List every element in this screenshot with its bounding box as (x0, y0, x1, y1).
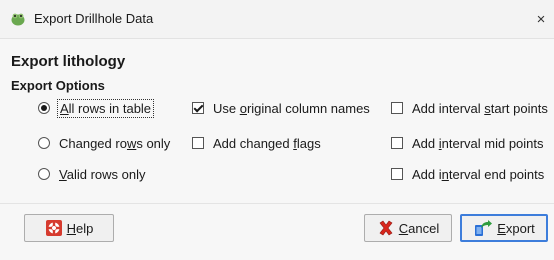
export-arrow-icon (475, 220, 493, 236)
cancel-x-icon (379, 220, 393, 236)
export-options-label: Export Options (11, 78, 105, 93)
cancel-button[interactable]: Cancel (364, 214, 452, 242)
checkbox-label: Use original column names (213, 100, 370, 116)
checkbox-interval-start-points[interactable]: Add interval start points (391, 98, 548, 118)
checkbox-interval-mid-points[interactable]: Add interval mid points (391, 133, 544, 153)
footer-separator (0, 203, 554, 204)
radio-changed-rows[interactable]: Changed rows only (38, 133, 170, 153)
checkbox[interactable] (192, 102, 204, 114)
checkbox-label: Add interval mid points (412, 135, 544, 151)
checkbox[interactable] (391, 137, 403, 149)
checkbox[interactable] (391, 168, 403, 180)
checkbox-label: Add interval start points (412, 100, 548, 116)
close-icon: × (536, 10, 546, 28)
radio-button[interactable] (38, 168, 50, 180)
checkbox-label: Add changed flags (213, 135, 321, 151)
checkbox-changed-flags[interactable]: Add changed flags (192, 133, 321, 153)
radio-label: Changed rows only (59, 135, 171, 151)
help-button[interactable]: Help (24, 214, 114, 242)
title-bar: Export Drillhole Data × (0, 0, 554, 39)
radio-button[interactable] (38, 102, 50, 114)
export-button[interactable]: Export (460, 214, 548, 242)
checkbox-interval-end-points[interactable]: Add interval end points (391, 164, 544, 184)
help-button-label: Help (66, 220, 94, 236)
checkbox-label: Add interval end points (412, 166, 545, 182)
checkbox[interactable] (192, 137, 204, 149)
dialog-heading: Export lithology (11, 53, 126, 70)
radio-label: Valid rows only (59, 166, 146, 182)
radio-label: All rows in table (56, 98, 155, 118)
close-button[interactable]: × (528, 0, 554, 38)
export-button-label: Export (497, 220, 535, 236)
checkbox-original-column-names[interactable]: Use original column names (192, 98, 370, 118)
cancel-button-label: Cancel (398, 220, 440, 236)
leapfrog-icon (10, 11, 26, 27)
radio-all-rows[interactable]: All rows in table (38, 98, 155, 118)
radio-valid-rows[interactable]: Valid rows only (38, 164, 145, 184)
checkbox[interactable] (391, 102, 403, 114)
lifebuoy-icon (45, 220, 62, 236)
radio-button[interactable] (38, 137, 50, 149)
window-title: Export Drillhole Data (34, 11, 154, 26)
